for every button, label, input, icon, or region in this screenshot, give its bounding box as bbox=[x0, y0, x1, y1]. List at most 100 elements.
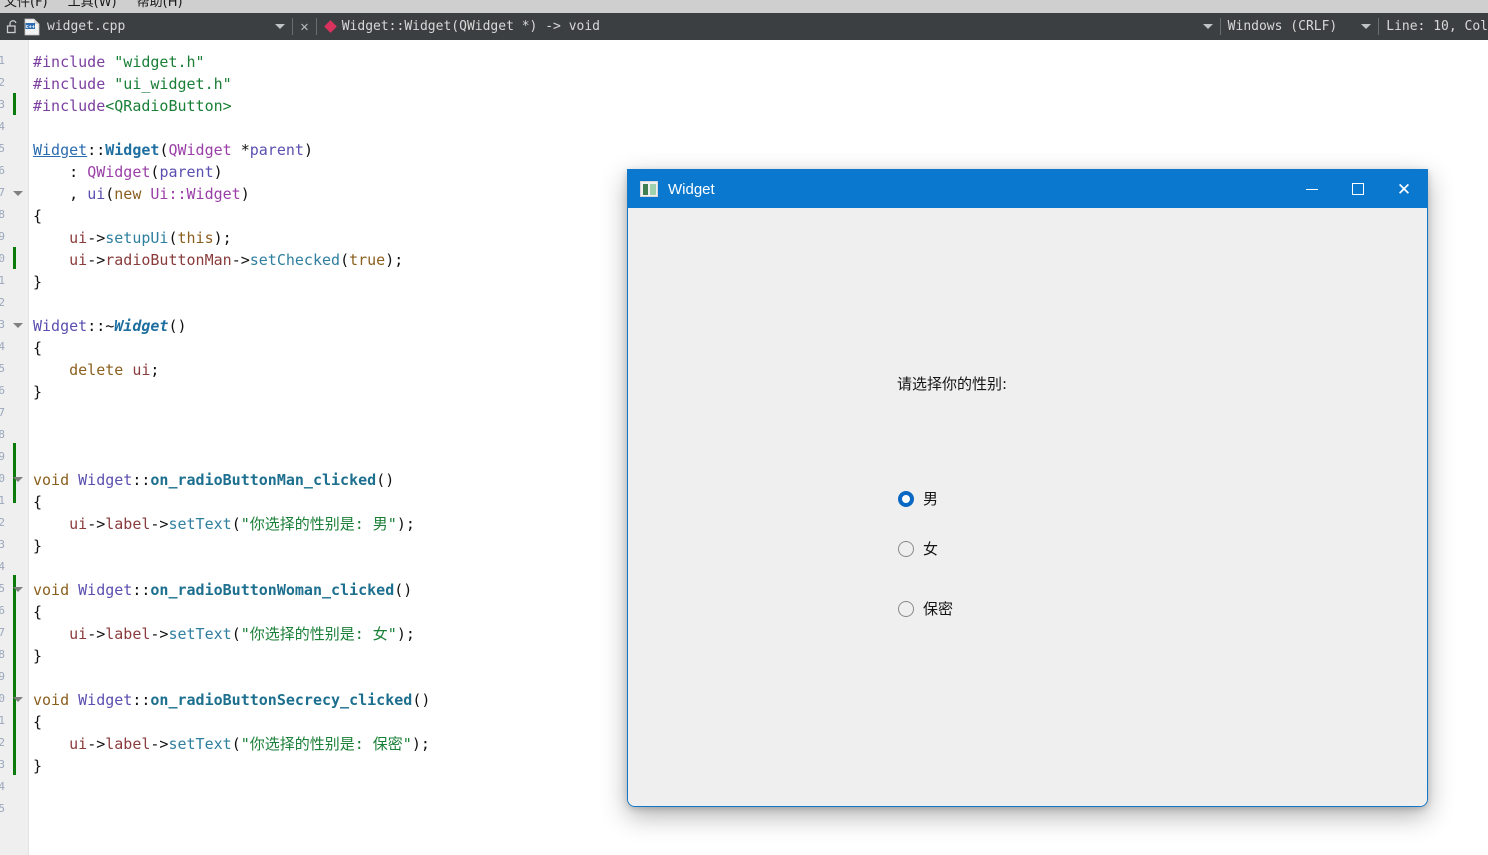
code-token: ); bbox=[396, 625, 415, 643]
radio-button-2[interactable]: 保密 bbox=[898, 598, 953, 619]
cursor-position-label[interactable]: Line: 10, Col bbox=[1386, 19, 1488, 34]
code-token: ); bbox=[396, 515, 415, 533]
code-line[interactable]: : QWidget(parent) bbox=[33, 161, 223, 183]
code-token: } bbox=[33, 757, 43, 775]
code-token: :: bbox=[132, 581, 151, 599]
code-line[interactable]: { bbox=[33, 491, 42, 513]
code-line[interactable]: ui->label->setText("你选择的性别是: 女"); bbox=[33, 623, 415, 645]
code-token: ; bbox=[150, 361, 160, 379]
qt-widget-dialog[interactable]: Widget ✕ 请选择你的性别: 男女保密 bbox=[627, 169, 1428, 807]
code-token: #include bbox=[33, 53, 106, 71]
code-line[interactable]: ui->label->setText("你选择的性别是: 保密"); bbox=[33, 733, 430, 755]
code-token: } bbox=[33, 647, 43, 665]
radio-button-1[interactable]: 女 bbox=[898, 538, 938, 559]
file-tab-label[interactable]: widget.cpp bbox=[47, 19, 125, 34]
fold-toggle-icon[interactable] bbox=[13, 697, 23, 702]
code-token: Widget bbox=[33, 317, 88, 335]
close-icon: ✕ bbox=[1396, 179, 1412, 199]
fold-toggle-icon[interactable] bbox=[13, 587, 23, 592]
code-line[interactable] bbox=[33, 425, 42, 447]
window-controls: ✕ bbox=[1289, 170, 1427, 208]
code-line[interactable]: } bbox=[33, 645, 42, 667]
code-token: :: bbox=[87, 141, 106, 159]
menu-item-1[interactable]: 工具(W) bbox=[68, 0, 117, 10]
code-line[interactable]: { bbox=[33, 337, 42, 359]
close-icon[interactable]: ✕ bbox=[300, 20, 308, 34]
unlocked-lock-icon[interactable] bbox=[6, 19, 20, 34]
code-line[interactable]: #include<QRadioButton> bbox=[33, 95, 232, 117]
code-token: -> bbox=[150, 735, 169, 753]
code-token: -> bbox=[87, 515, 106, 533]
code-line[interactable]: { bbox=[33, 711, 42, 733]
code-line[interactable]: , ui(new Ui::Widget) bbox=[33, 183, 250, 205]
radio-unchecked-icon[interactable] bbox=[898, 600, 914, 617]
code-line[interactable] bbox=[33, 557, 42, 579]
dialog-title-bar[interactable]: Widget ✕ bbox=[628, 170, 1427, 208]
symbol-selector-label[interactable]: Widget::Widget(QWidget *) -> void bbox=[342, 19, 600, 34]
editor-gutter[interactable]: 1234567891011121314151617181920212223242… bbox=[0, 40, 29, 855]
radio-button-label: 保密 bbox=[923, 600, 954, 618]
radio-unchecked-icon[interactable] bbox=[898, 540, 914, 557]
code-line[interactable]: void Widget::on_radioButtonMan_clicked() bbox=[33, 469, 394, 491]
radio-button-0[interactable]: 男 bbox=[898, 488, 938, 509]
code-line[interactable]: } bbox=[33, 755, 42, 777]
change-marker bbox=[13, 247, 16, 269]
fold-toggle-icon[interactable] bbox=[13, 323, 23, 328]
code-line[interactable]: #include "widget.h" bbox=[33, 51, 205, 73]
gutter-line-number: 17 bbox=[0, 406, 5, 419]
code-line[interactable]: void Widget::on_radioButtonSecrecy_click… bbox=[33, 689, 430, 711]
code-token: Widget bbox=[78, 691, 133, 709]
code-line[interactable]: void Widget::on_radioButtonWoman_clicked… bbox=[33, 579, 412, 601]
code-line[interactable] bbox=[33, 667, 42, 689]
code-line[interactable]: ui->label->setText("你选择的性别是: 男"); bbox=[33, 513, 415, 535]
toolbar-divider bbox=[315, 18, 317, 35]
line-ending-label[interactable]: Windows (CRLF) bbox=[1228, 19, 1338, 34]
code-token: ::~ bbox=[87, 317, 115, 335]
code-line[interactable]: Widget::Widget(QWidget *parent) bbox=[33, 139, 313, 161]
fold-toggle-icon[interactable] bbox=[13, 191, 23, 196]
code-token: ui bbox=[69, 229, 88, 247]
code-line[interactable] bbox=[33, 293, 42, 315]
symbol-chevron-down-icon[interactable] bbox=[1202, 24, 1213, 29]
code-token: -> bbox=[150, 515, 169, 533]
code-token: QWidget bbox=[168, 141, 232, 159]
gutter-line-number: 24 bbox=[0, 560, 5, 573]
fold-toggle-icon[interactable] bbox=[13, 477, 23, 482]
maximize-icon bbox=[1352, 183, 1364, 195]
gutter-line-number: 34 bbox=[0, 780, 5, 793]
line-ending-chevron-down-icon[interactable] bbox=[1361, 24, 1372, 29]
code-line[interactable]: { bbox=[33, 205, 42, 227]
code-line[interactable]: } bbox=[33, 271, 42, 293]
menu-bar-items: 文件(F) 工具(W) 帮助(H) bbox=[0, 0, 183, 10]
code-line[interactable]: ui->setupUi(this); bbox=[33, 227, 232, 249]
gutter-line-number: 2 bbox=[0, 76, 5, 89]
editor-toolbar: c++ widget.cpp ✕ Widget::Widget(QWidget … bbox=[0, 13, 1488, 40]
code-token: () bbox=[412, 691, 431, 709]
code-token: setText bbox=[168, 625, 232, 643]
code-line[interactable]: delete ui; bbox=[33, 359, 159, 381]
radio-checked-icon[interactable] bbox=[898, 490, 914, 507]
code-line[interactable]: } bbox=[33, 381, 42, 403]
minimize-button[interactable] bbox=[1289, 170, 1335, 208]
code-line[interactable]: { bbox=[33, 601, 42, 623]
menu-item-0[interactable]: 文件(F) bbox=[4, 0, 48, 10]
code-line[interactable] bbox=[33, 447, 42, 469]
code-line[interactable] bbox=[33, 117, 42, 139]
code-line[interactable]: #include "ui_widget.h" bbox=[33, 73, 232, 95]
code-line[interactable]: Widget::~Widget() bbox=[33, 315, 187, 337]
menu-item-2[interactable]: 帮助(H) bbox=[137, 0, 183, 10]
gutter-line-number: 29 bbox=[0, 670, 5, 683]
chevron-down-icon[interactable] bbox=[275, 24, 286, 29]
toolbar-right-group: Windows (CRLF) Line: 10, Col bbox=[1202, 18, 1488, 35]
code-line[interactable]: } bbox=[33, 535, 42, 557]
code-token: { bbox=[33, 603, 43, 621]
code-line[interactable]: ui->radioButtonMan->setChecked(true); bbox=[33, 249, 403, 271]
code-token: :: bbox=[132, 471, 151, 489]
close-button[interactable]: ✕ bbox=[1381, 170, 1427, 208]
maximize-button[interactable] bbox=[1335, 170, 1381, 208]
code-line[interactable] bbox=[33, 403, 42, 425]
code-token: -> bbox=[231, 251, 250, 269]
